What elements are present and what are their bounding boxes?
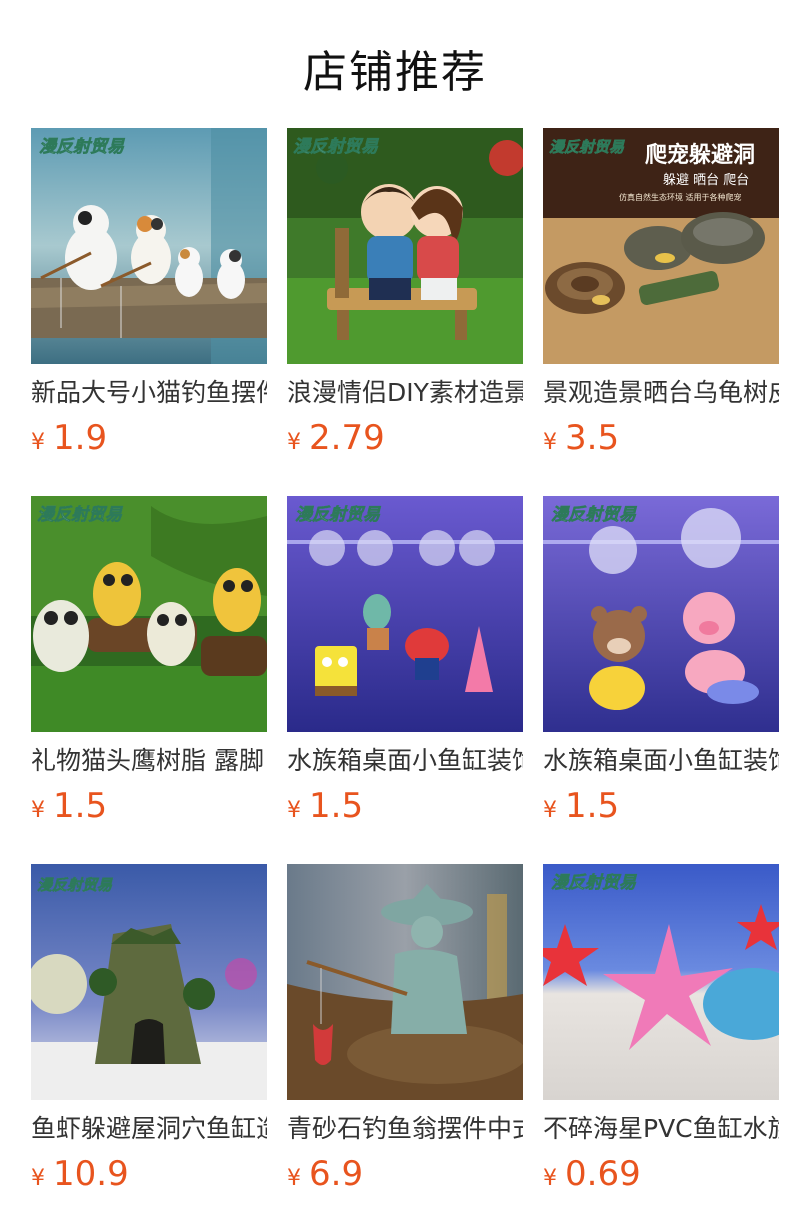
product-price: 1.5 — [53, 786, 108, 826]
product-price-row: ¥1.9 — [31, 416, 267, 460]
banner-note: 仿真自然生态环境 适用于各种爬宠 — [619, 192, 742, 202]
product-grid: 漫反射贸易 新品大号小猫钓鱼摆件 ¥1.9 漫反射贸易 浪漫情侣DIY素材造景 … — [31, 128, 790, 1232]
product-price-row: ¥1.5 — [31, 784, 267, 828]
product-name[interactable]: 青砂石钓鱼翁摆件中式 — [287, 1112, 523, 1146]
product-price-row: ¥2.79 — [287, 416, 523, 460]
product-price: 6.9 — [309, 1154, 364, 1194]
product-card[interactable]: 漫反射贸易 礼物猫头鹰树脂 露脚 ¥1.5 — [31, 496, 267, 864]
product-price-row: ¥3.5 — [543, 416, 779, 460]
currency-symbol: ¥ — [31, 1166, 45, 1191]
product-image-cartoon-floats[interactable]: 漫反射贸易 — [287, 496, 523, 732]
product-card[interactable]: 漫反射贸易 水族箱桌面小鱼缸装饰 ¥1.5 — [287, 496, 523, 864]
product-card[interactable]: 漫反射贸易 水族箱桌面小鱼缸装饰 ¥1.5 — [543, 496, 779, 864]
product-name[interactable]: 水族箱桌面小鱼缸装饰 — [543, 744, 779, 778]
banner-subtitle: 躲避 晒台 爬台 — [663, 172, 749, 188]
product-name[interactable]: 礼物猫头鹰树脂 露脚 — [31, 744, 267, 778]
product-price-row: ¥1.5 — [287, 784, 523, 828]
banner-title: 爬宠躲避洞 — [645, 142, 755, 168]
currency-symbol: ¥ — [31, 430, 45, 455]
product-card[interactable]: 青砂石钓鱼翁摆件中式 ¥6.9 — [287, 864, 523, 1232]
watermark-text: 漫反射贸易 — [293, 137, 379, 157]
currency-symbol: ¥ — [31, 798, 45, 823]
product-image-bear-pig-floats[interactable]: 漫反射贸易 — [543, 496, 779, 732]
product-card[interactable]: 漫反射贸易 新品大号小猫钓鱼摆件 ¥1.9 — [31, 128, 267, 496]
product-image-owls[interactable]: 漫反射贸易 — [31, 496, 267, 732]
product-name[interactable]: 水族箱桌面小鱼缸装饰 — [287, 744, 523, 778]
product-image-starfish[interactable]: 漫反射贸易 — [543, 864, 779, 1100]
product-price: 3.5 — [565, 418, 620, 458]
product-name[interactable]: 景观造景晒台乌龟树皮 — [543, 376, 779, 410]
product-price-row: ¥0.69 — [543, 1152, 779, 1196]
product-image-cats-fishing[interactable]: 漫反射贸易 — [31, 128, 267, 364]
product-price: 2.79 — [309, 418, 385, 458]
watermark-text: 漫反射贸易 — [551, 873, 637, 893]
product-card[interactable]: 漫反射贸易 不碎海星PVC鱼缸水族 ¥0.69 — [543, 864, 779, 1232]
watermark-text: 漫反射贸易 — [549, 138, 625, 156]
product-name[interactable]: 不碎海星PVC鱼缸水族 — [543, 1112, 779, 1146]
product-price-row: ¥1.5 — [543, 784, 779, 828]
product-price: 1.5 — [565, 786, 620, 826]
product-image-couple-bench[interactable]: 漫反射贸易 — [287, 128, 523, 364]
product-price: 1.9 — [53, 418, 108, 458]
currency-symbol: ¥ — [287, 798, 301, 823]
product-image-tree-stump-cave[interactable]: 漫反射贸易 — [31, 864, 267, 1100]
watermark-text: 漫反射贸易 — [37, 876, 113, 894]
product-price: 0.69 — [565, 1154, 641, 1194]
product-card[interactable]: 漫反射贸易 爬宠躲避洞 躲避 晒台 爬台 仿真自然生态环境 适用于各种爬宠 景观… — [543, 128, 779, 496]
currency-symbol: ¥ — [543, 430, 557, 455]
product-image-reptile-hideout[interactable]: 漫反射贸易 爬宠躲避洞 躲避 晒台 爬台 仿真自然生态环境 适用于各种爬宠 — [543, 128, 779, 364]
section-title: 店铺推荐 — [303, 47, 487, 98]
currency-symbol: ¥ — [543, 1166, 557, 1191]
product-name[interactable]: 浪漫情侣DIY素材造景 — [287, 376, 523, 410]
watermark-text: 漫反射贸易 — [295, 505, 381, 525]
product-card[interactable]: 漫反射贸易 浪漫情侣DIY素材造景 ¥2.79 — [287, 128, 523, 496]
watermark-text: 漫反射贸易 — [37, 505, 123, 525]
currency-symbol: ¥ — [287, 1166, 301, 1191]
product-card[interactable]: 漫反射贸易 鱼虾躲避屋洞穴鱼缸造景 ¥10.9 — [31, 864, 267, 1232]
watermark-text: 漫反射贸易 — [39, 137, 125, 157]
currency-symbol: ¥ — [543, 798, 557, 823]
product-price: 1.5 — [309, 786, 364, 826]
product-price-row: ¥10.9 — [31, 1152, 267, 1196]
product-name[interactable]: 新品大号小猫钓鱼摆件 — [31, 376, 267, 410]
product-price: 10.9 — [53, 1154, 129, 1194]
watermark-text: 漫反射贸易 — [551, 505, 637, 525]
product-price-row: ¥6.9 — [287, 1152, 523, 1196]
product-image-fisherman-statue[interactable] — [287, 864, 523, 1100]
product-name[interactable]: 鱼虾躲避屋洞穴鱼缸造景 — [31, 1112, 267, 1146]
currency-symbol: ¥ — [287, 430, 301, 455]
